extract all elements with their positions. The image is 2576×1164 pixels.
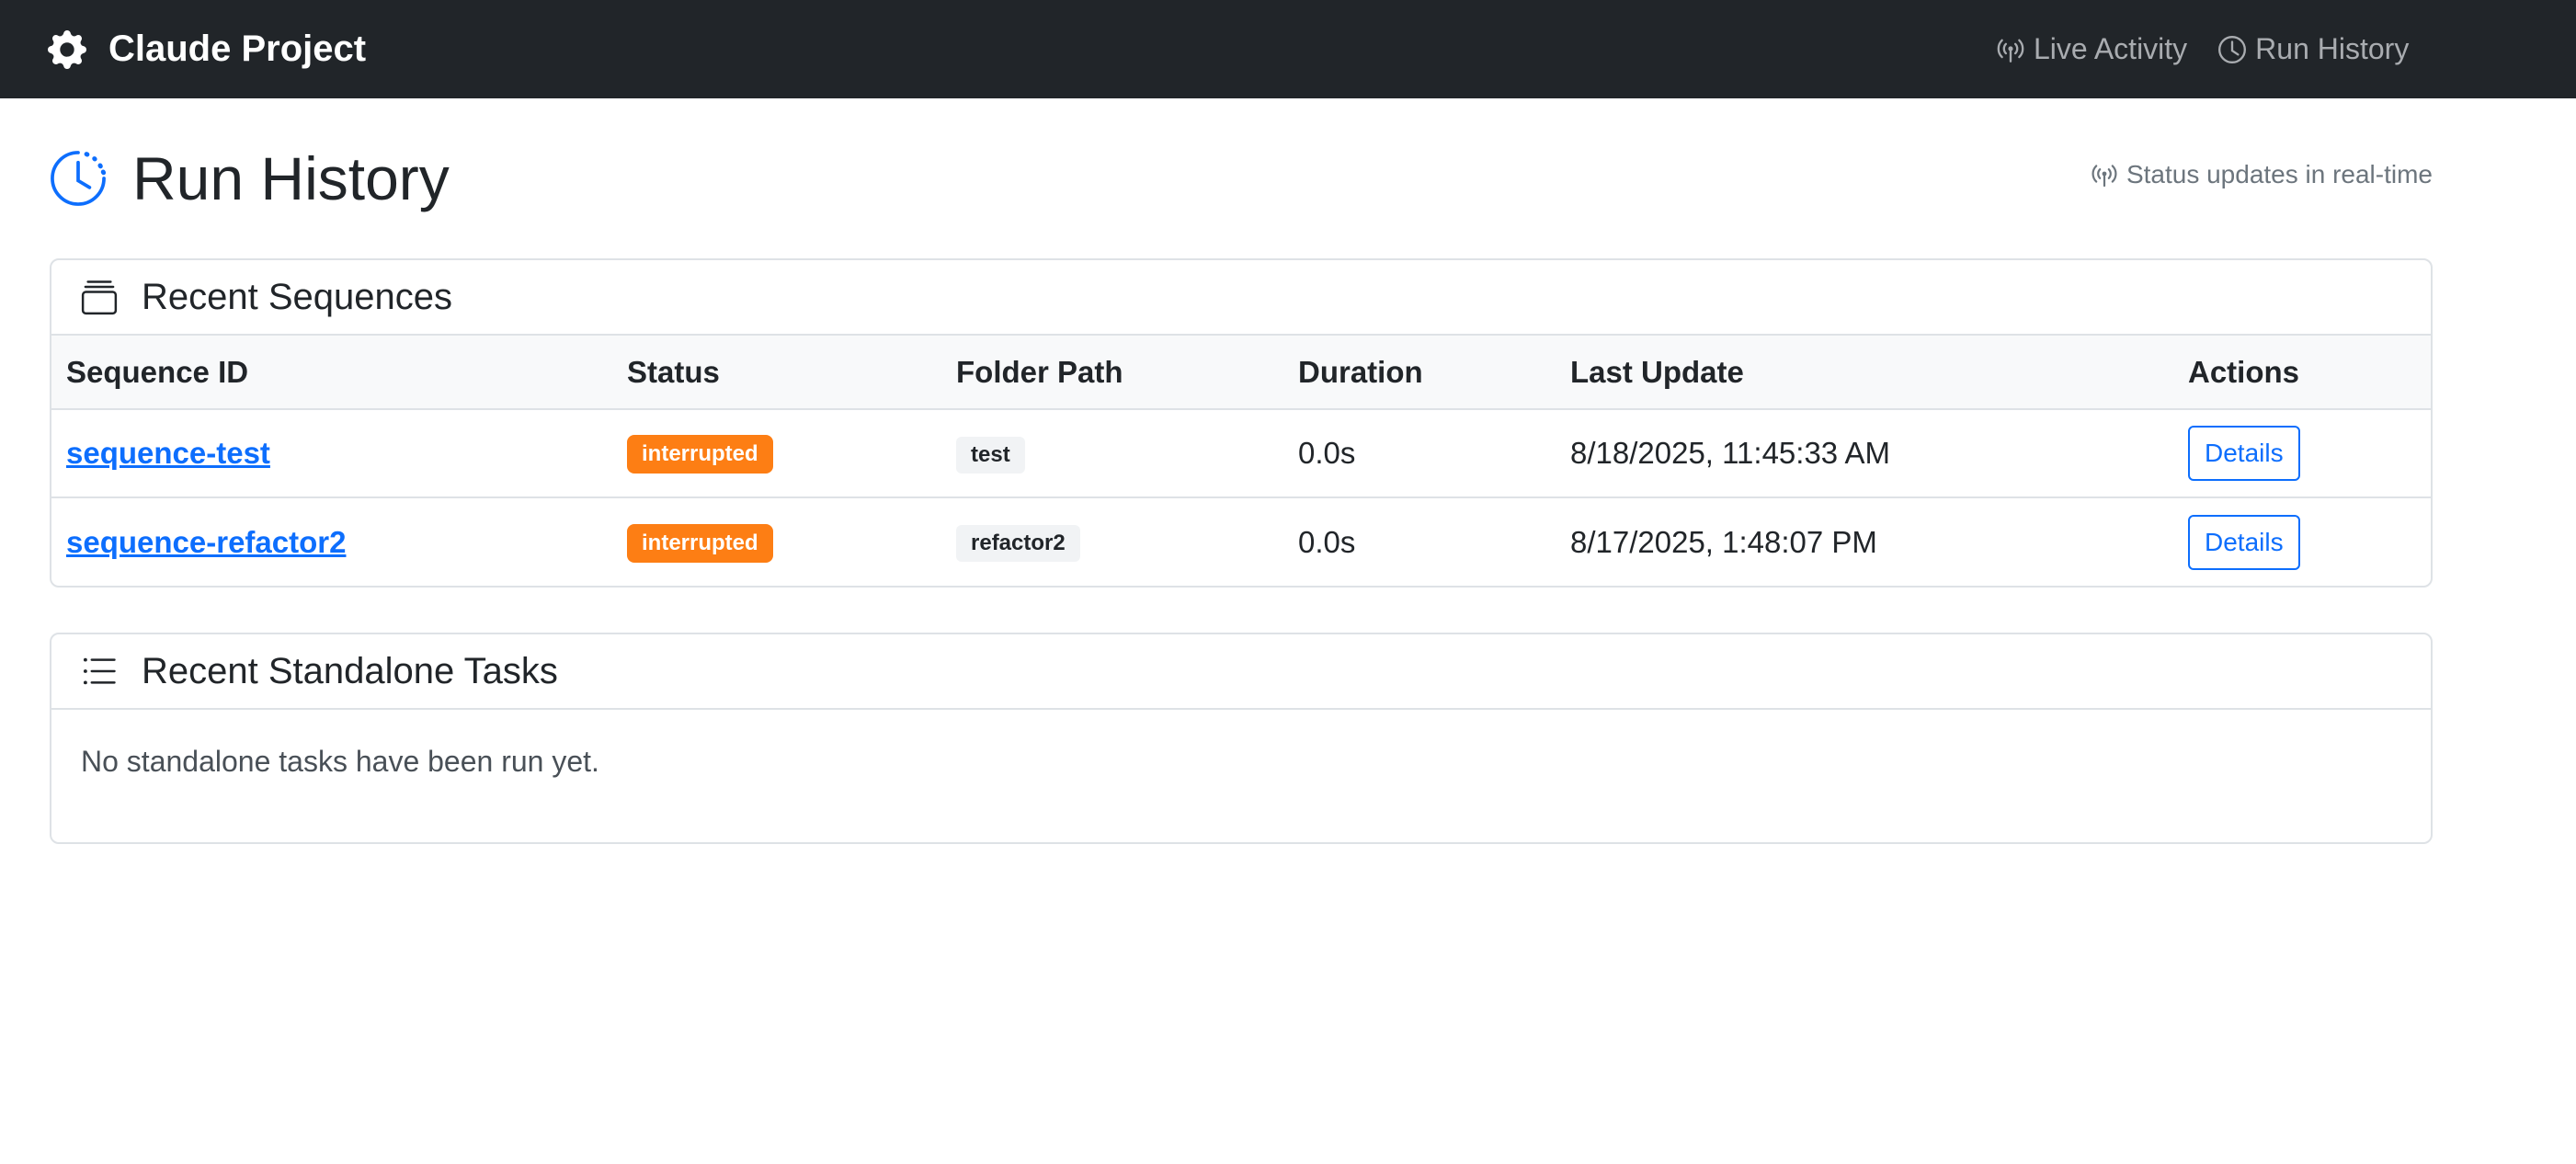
table-row: sequence-test interrupted test 0.0s 8/18… bbox=[51, 409, 2431, 498]
broadcast-icon bbox=[2092, 165, 2117, 188]
table-header-row: Sequence ID Status Folder Path Duration … bbox=[51, 336, 2431, 410]
brand-label: Claude Project bbox=[108, 29, 367, 69]
column-header[interactable]: Duration bbox=[1283, 336, 1556, 410]
collection-icon bbox=[81, 280, 118, 315]
sequence-id-link[interactable]: sequence-refactor2 bbox=[66, 525, 346, 559]
status-badge: interrupted bbox=[627, 523, 773, 563]
column-header[interactable]: Status bbox=[612, 336, 941, 410]
tasks-card-header: Recent Standalone Tasks bbox=[51, 634, 2431, 710]
duration-cell: 0.0s bbox=[1283, 409, 1556, 498]
navbar: Claude Project Live Activity Run History bbox=[0, 0, 2576, 98]
sequences-card-title: Recent Sequences bbox=[142, 276, 453, 317]
nav-link-label: Run History bbox=[2255, 32, 2410, 65]
empty-state-message: No standalone tasks have been run yet. bbox=[81, 745, 599, 778]
details-button[interactable]: Details bbox=[2188, 426, 2300, 481]
gear-icon bbox=[48, 29, 86, 69]
nav-link-run-history[interactable]: Run History bbox=[2217, 32, 2409, 66]
sequences-table: Sequence ID Status Folder Path Duration … bbox=[51, 336, 2431, 586]
nav-link-live-activity[interactable]: Live Activity bbox=[1995, 32, 2187, 66]
nav-links: Live Activity Run History bbox=[1995, 0, 2409, 98]
sequences-card: Recent Sequences Sequence ID Status Fold… bbox=[50, 258, 2433, 588]
brand[interactable]: Claude Project bbox=[48, 0, 366, 98]
page-title: Run History bbox=[132, 144, 450, 212]
broadcast-icon bbox=[1997, 39, 2024, 63]
column-header: Actions bbox=[2173, 336, 2431, 410]
last-update-cell: 8/18/2025, 11:45:33 AM bbox=[1556, 409, 2173, 498]
sequences-card-header: Recent Sequences bbox=[51, 260, 2431, 336]
nav-link-label: Live Activity bbox=[2034, 32, 2188, 65]
status-note-text: Status updates in real-time bbox=[2126, 160, 2433, 188]
page-header: Run History Status updates in real-time bbox=[48, 143, 2433, 213]
tasks-card-title: Recent Standalone Tasks bbox=[142, 650, 558, 691]
clock-history-icon bbox=[51, 151, 107, 206]
column-header[interactable]: Folder Path bbox=[941, 336, 1283, 410]
details-button[interactable]: Details bbox=[2188, 514, 2300, 570]
status-note: Status updates in real-time bbox=[2090, 160, 2433, 189]
sequence-id-link[interactable]: sequence-test bbox=[66, 436, 270, 470]
status-badge: interrupted bbox=[627, 435, 773, 474]
folder-path: test bbox=[956, 436, 1025, 474]
folder-path: refactor2 bbox=[956, 525, 1080, 562]
duration-cell: 0.0s bbox=[1298, 524, 1356, 559]
clock-icon bbox=[2218, 35, 2247, 63]
tasks-card: Recent Standalone Tasks No standalone ta… bbox=[50, 633, 2433, 844]
column-header[interactable]: Last Update bbox=[1556, 336, 2173, 410]
column-header[interactable]: Sequence ID bbox=[51, 336, 612, 410]
last-update-cell: 8/17/2025, 1:48:07 PM bbox=[1570, 524, 1877, 559]
title-wrap: Run History bbox=[48, 143, 450, 213]
table-row: sequence-refactor2 interrupted refactor2… bbox=[51, 497, 2431, 586]
list-icon bbox=[83, 657, 116, 685]
